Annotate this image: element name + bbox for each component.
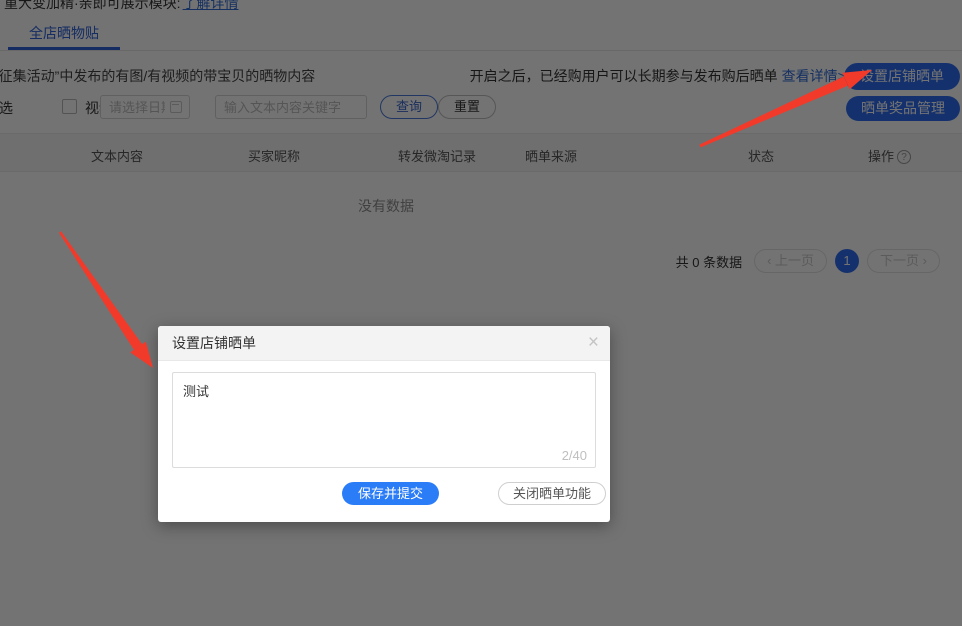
modal-title: 设置店铺晒单 (158, 326, 610, 361)
review-text-field-wrap: 测试 2/40 (172, 372, 596, 468)
review-text-field[interactable]: 测试 (173, 373, 595, 445)
page: 重大变加精·亲即可展示模块:了解详情 全店晒物贴 “征集活动”中发布的有图/有视… (0, 0, 962, 626)
save-submit-button[interactable]: 保存并提交 (342, 482, 439, 505)
char-counter: 2/40 (562, 448, 587, 463)
modal-overlay (0, 0, 962, 626)
close-icon[interactable]: × (588, 332, 599, 354)
setup-store-review-modal: 设置店铺晒单 × 测试 2/40 保存并提交 关闭晒单功能 (158, 326, 610, 522)
close-feature-button[interactable]: 关闭晒单功能 (498, 482, 606, 505)
